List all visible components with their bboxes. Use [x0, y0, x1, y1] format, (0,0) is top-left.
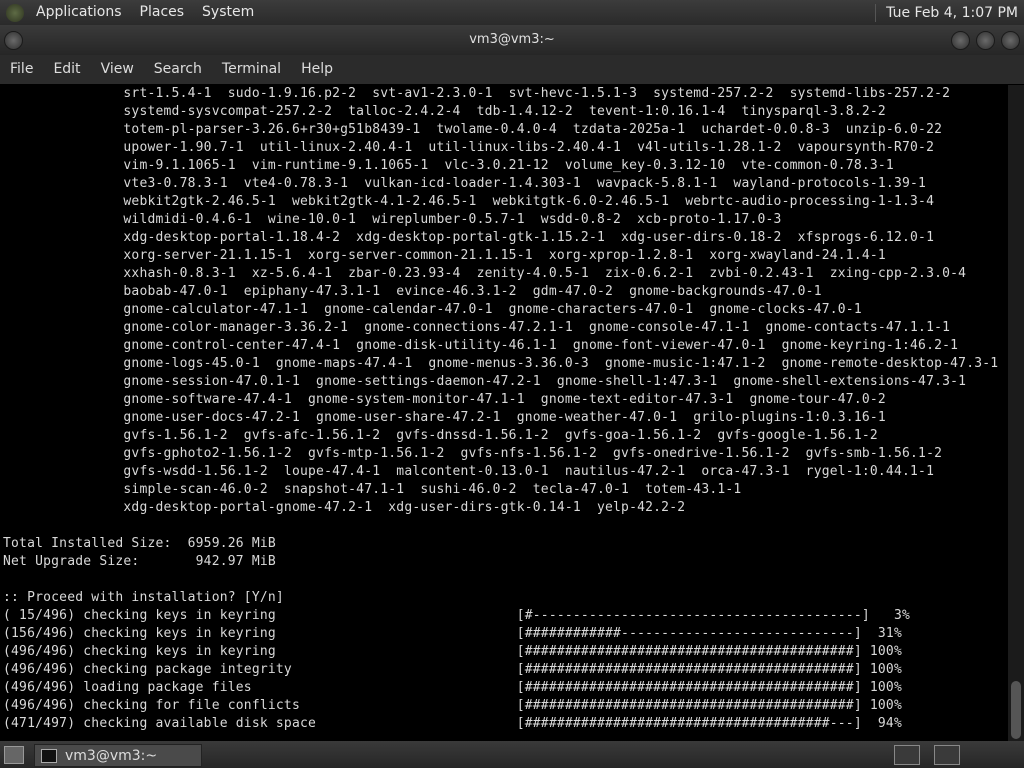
terminal-line: xdg-desktop-portal-1.18.4-2 xdg-desktop-… — [3, 230, 935, 245]
maximize-icon[interactable] — [976, 31, 995, 50]
menu-search[interactable]: Search — [144, 55, 212, 84]
terminal-line: totem-pl-parser-3.26.6+r30+g51b8439-1 tw… — [3, 122, 943, 137]
terminal-text: srt-1.5.4-1 sudo-1.9.16.p2-2 svt-av1-2.3… — [0, 85, 1008, 733]
terminal-line: gvfs-wsdd-1.56.1-2 loupe-47.4-1 malconte… — [3, 464, 935, 479]
clock[interactable]: Tue Feb 4, 1:07 PM — [886, 5, 1018, 21]
terminal-line: (496/496) checking for file conflicts [#… — [3, 698, 902, 713]
terminal-icon — [41, 748, 57, 763]
terminal-line: xxhash-0.8.3-1 xz-5.6.4-1 zbar-0.23.93-4… — [3, 266, 967, 281]
close-icon[interactable] — [1001, 31, 1020, 50]
bottom-panel: vm3@vm3:~ — [0, 741, 1024, 768]
show-desktop-icon[interactable] — [4, 746, 24, 764]
terminal-line: gnome-user-docs-47.2-1 gnome-user-share-… — [3, 410, 886, 425]
places-menu[interactable]: Places — [134, 0, 191, 25]
menu-edit[interactable]: Edit — [43, 55, 90, 84]
terminal-line: gnome-session-47.0.1-1 gnome-settings-da… — [3, 374, 967, 389]
terminal-line: gnome-control-center-47.4-1 gnome-disk-u… — [3, 338, 959, 353]
distro-logo-icon[interactable] — [6, 3, 24, 22]
terminal-line: gnome-logs-45.0-1 gnome-maps-47.4-1 gnom… — [3, 356, 999, 371]
terminal-line: :: Proceed with installation? [Y/n] — [3, 590, 284, 605]
terminal-line: (496/496) checking package integrity [##… — [3, 662, 902, 677]
scrollbar-thumb[interactable] — [1011, 681, 1021, 739]
terminal-line: Net Upgrade Size: 942.97 MiB — [3, 554, 276, 569]
terminal-line: wildmidi-0.4.6-1 wine-10.0-1 wireplumber… — [3, 212, 782, 227]
terminal-line: (496/496) loading package files [#######… — [3, 680, 902, 695]
terminal-line: gnome-calculator-47.1-1 gnome-calendar-4… — [3, 302, 862, 317]
terminal-line: srt-1.5.4-1 sudo-1.9.16.p2-2 svt-av1-2.3… — [3, 86, 951, 101]
terminal-line: gvfs-1.56.1-2 gvfs-afc-1.56.1-2 gvfs-dns… — [3, 428, 878, 443]
menu-terminal[interactable]: Terminal — [212, 55, 291, 84]
terminal-line: baobab-47.0-1 epiphany-47.3.1-1 evince-4… — [3, 284, 822, 299]
terminal-line: xorg-server-21.1.15-1 xorg-server-common… — [3, 248, 886, 263]
window-menu-icon[interactable] — [4, 31, 23, 50]
applications-menu[interactable]: Applications — [30, 0, 128, 25]
terminal-scrollbar[interactable] — [1008, 85, 1024, 741]
menu-file[interactable]: File — [0, 55, 43, 84]
workspace-switcher-1[interactable] — [894, 745, 920, 765]
window-title: vm3@vm3:~ — [469, 32, 555, 47]
terminal-line: gnome-software-47.4-1 gnome-system-monit… — [3, 392, 886, 407]
terminal-line: gvfs-gphoto2-1.56.1-2 gvfs-mtp-1.56.1-2 … — [3, 446, 943, 461]
terminal-line: upower-1.90.7-1 util-linux-2.40.4-1 util… — [3, 140, 935, 155]
top-panel: Applications Places System Tue Feb 4, 1:… — [0, 0, 1024, 25]
window-titlebar[interactable]: vm3@vm3:~ — [0, 25, 1024, 55]
workspace-switcher-2[interactable] — [934, 745, 960, 765]
minimize-icon[interactable] — [951, 31, 970, 50]
terminal-menubar: File Edit View Search Terminal Help — [0, 55, 1024, 84]
terminal-line: simple-scan-46.0-2 snapshot-47.1-1 sushi… — [3, 482, 742, 497]
system-menu[interactable]: System — [196, 0, 260, 25]
terminal-line: vte3-0.78.3-1 vte4-0.78.3-1 vulkan-icd-l… — [3, 176, 927, 191]
terminal-line: systemd-sysvcompat-257.2-2 talloc-2.4.2-… — [3, 104, 886, 119]
terminal-line: xdg-desktop-portal-gnome-47.2-1 xdg-user… — [3, 500, 686, 515]
terminal-line: (156/496) checking keys in keyring [####… — [3, 626, 902, 641]
terminal-line: ( 15/496) checking keys in keyring [#---… — [3, 608, 911, 623]
menu-help[interactable]: Help — [291, 55, 343, 84]
terminal-line: webkit2gtk-2.46.5-1 webkit2gtk-4.1-2.46.… — [3, 194, 935, 209]
terminal-line: gnome-color-manager-3.36.2-1 gnome-conne… — [3, 320, 951, 335]
terminal-output[interactable]: srt-1.5.4-1 sudo-1.9.16.p2-2 svt-av1-2.3… — [0, 85, 1008, 741]
panel-separator — [875, 3, 877, 22]
terminal-line: Total Installed Size: 6959.26 MiB — [3, 536, 276, 551]
taskbar-item-label: vm3@vm3:~ — [65, 747, 158, 764]
menu-view[interactable]: View — [91, 55, 144, 84]
taskbar-item-terminal[interactable]: vm3@vm3:~ — [34, 744, 202, 767]
terminal-line: (496/496) checking keys in keyring [####… — [3, 644, 902, 659]
terminal-line: vim-9.1.1065-1 vim-runtime-9.1.1065-1 vl… — [3, 158, 894, 173]
terminal-line: (471/497) checking available disk space … — [3, 716, 902, 731]
